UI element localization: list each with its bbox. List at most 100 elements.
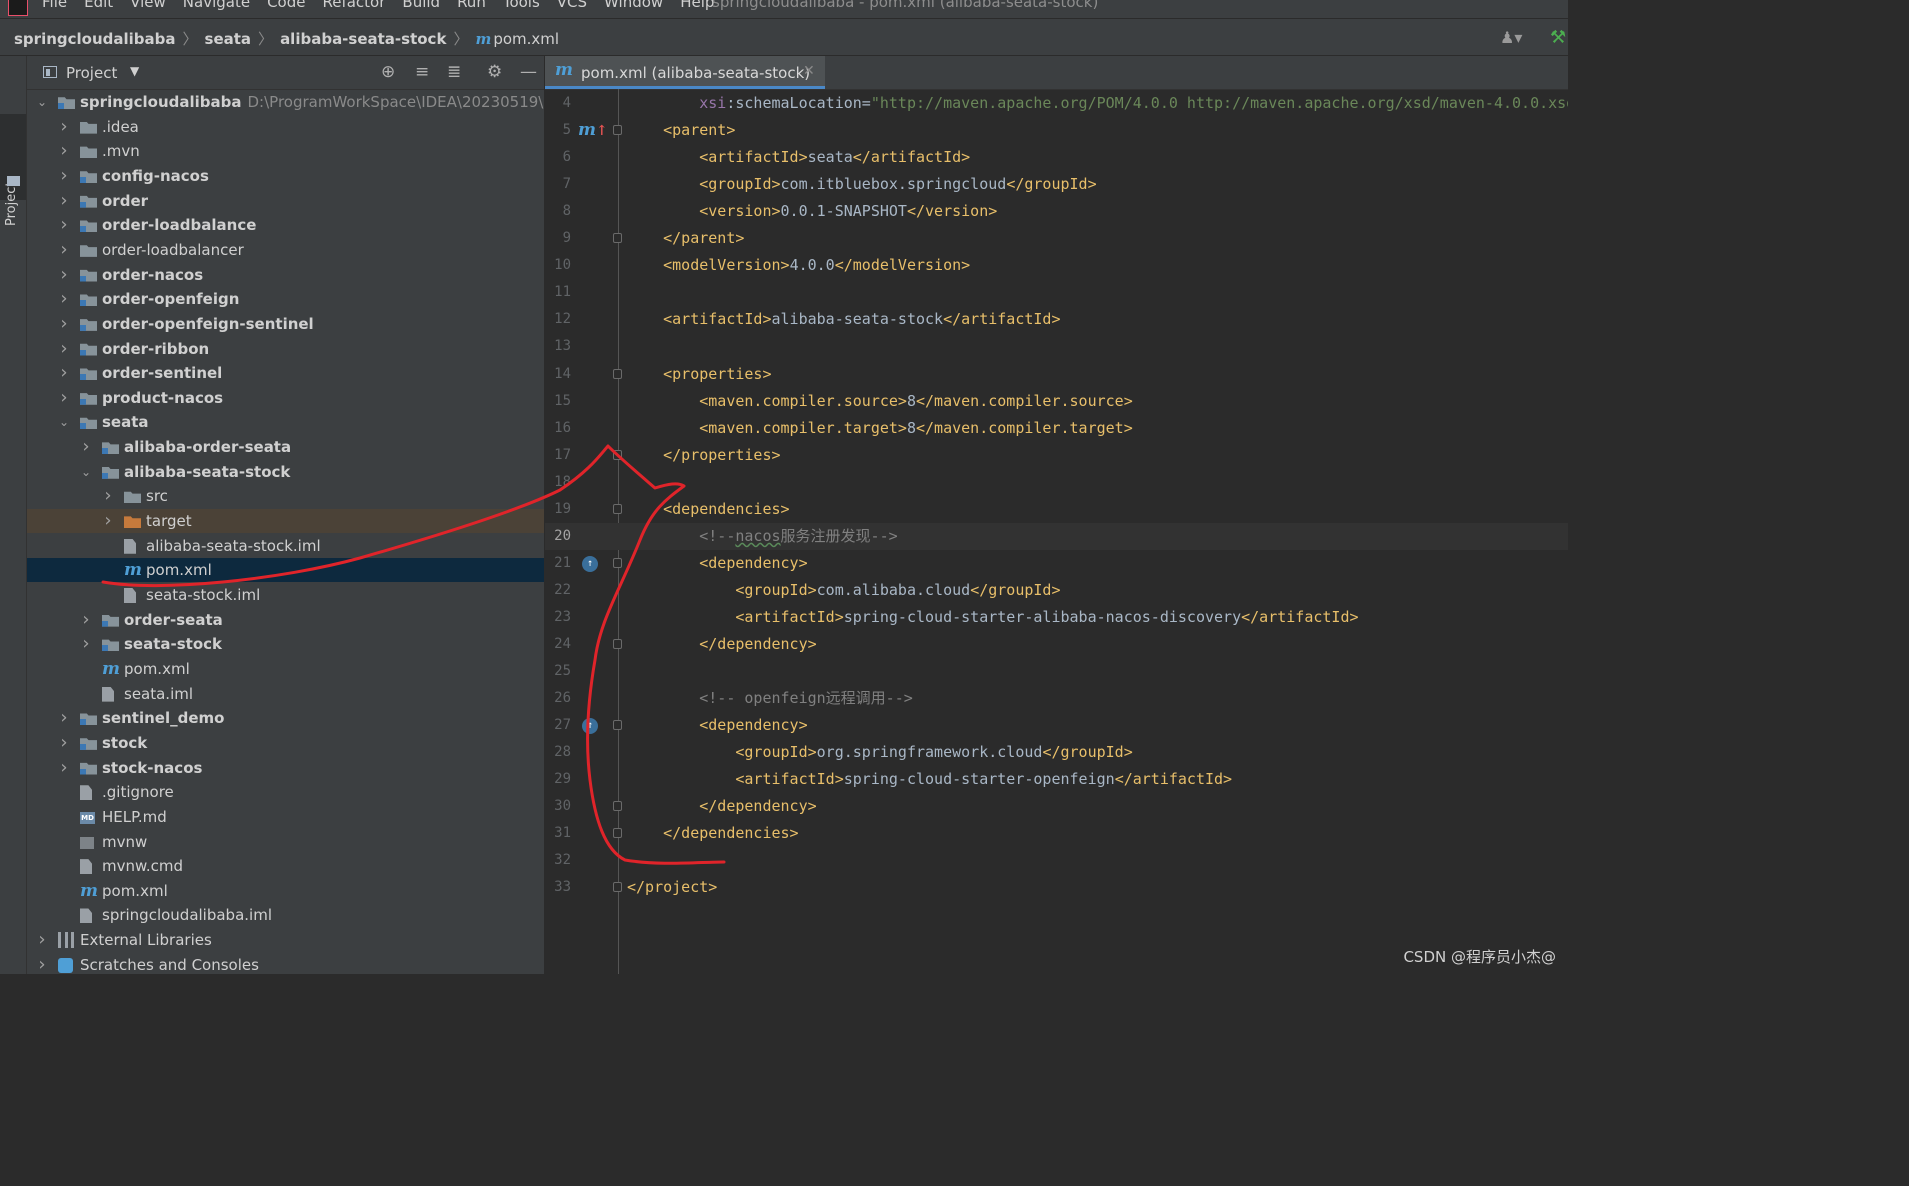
tree-row[interactable]: › seata-stock bbox=[27, 632, 544, 656]
code-line[interactable]: 31 </dependencies> bbox=[545, 820, 1568, 847]
chevron-right-icon[interactable]: › bbox=[57, 731, 71, 755]
tree-row[interactable]: › product-nacos bbox=[27, 386, 544, 410]
tree-row[interactable]: ⌄ seata bbox=[27, 410, 544, 434]
locate-icon[interactable]: ⊕ bbox=[381, 62, 395, 82]
chevron-down-icon[interactable]: ⌄ bbox=[57, 410, 71, 434]
tree-row[interactable]: ⌄ alibaba-seata-stock bbox=[27, 460, 544, 484]
tree-row[interactable]: › stock bbox=[27, 731, 544, 755]
code-line[interactable]: 14 <properties> bbox=[545, 361, 1568, 388]
tree-row[interactable]: mvnw bbox=[27, 830, 544, 854]
menu-item-window[interactable]: Window bbox=[604, 0, 663, 11]
fold-marker-icon[interactable] bbox=[613, 828, 622, 839]
code-line[interactable]: 17 </properties> bbox=[545, 442, 1568, 469]
tree-row[interactable]: › order-ribbon bbox=[27, 337, 544, 361]
fold-marker-icon[interactable] bbox=[613, 882, 622, 893]
breadcrumb-file[interactable]: m pom.xml bbox=[475, 30, 559, 48]
menu-item-view[interactable]: View bbox=[130, 0, 166, 11]
code-line[interactable]: 27 ↑ <dependency> bbox=[545, 712, 1568, 739]
chevron-right-icon[interactable]: › bbox=[57, 238, 71, 262]
tree-row[interactable]: › order-nacos bbox=[27, 263, 544, 287]
chevron-down-icon[interactable]: ⌄ bbox=[79, 460, 93, 484]
code-line[interactable]: 26 <!-- openfeign远程调用--> bbox=[545, 685, 1568, 712]
code-line[interactable]: 21 ↑ <dependency> bbox=[545, 550, 1568, 577]
chevron-down-icon[interactable]: ▼ bbox=[130, 64, 139, 78]
fold-marker-icon[interactable] bbox=[613, 801, 622, 812]
breadcrumb-module[interactable]: alibaba-seata-stock bbox=[280, 30, 446, 48]
fold-marker-icon[interactable] bbox=[613, 557, 622, 568]
tree-row[interactable]: .gitignore bbox=[27, 780, 544, 804]
chevron-right-icon[interactable]: › bbox=[35, 928, 49, 952]
chevron-right-icon[interactable]: › bbox=[57, 386, 71, 410]
chevron-right-icon[interactable]: › bbox=[57, 756, 71, 780]
code-line[interactable]: 30 </dependency> bbox=[545, 793, 1568, 820]
menu-item-code[interactable]: Code bbox=[267, 0, 305, 11]
chevron-down-icon[interactable]: ⌄ bbox=[35, 90, 49, 114]
tree-row[interactable]: alibaba-seata-stock.iml bbox=[27, 534, 544, 558]
chevron-right-icon[interactable]: › bbox=[57, 263, 71, 287]
chevron-right-icon[interactable]: › bbox=[57, 189, 71, 213]
menu-item-build[interactable]: Build bbox=[402, 0, 440, 11]
code-line[interactable]: 8 <version>0.0.1-SNAPSHOT</version> bbox=[545, 198, 1568, 225]
fold-marker-icon[interactable] bbox=[613, 368, 622, 379]
collapse-all-icon[interactable]: ≣ bbox=[447, 62, 461, 82]
code-line[interactable]: 10 <modelVersion>4.0.0</modelVersion> bbox=[545, 252, 1568, 279]
gear-icon[interactable]: ⚙ bbox=[487, 62, 502, 82]
fold-marker-icon[interactable] bbox=[613, 720, 622, 731]
menu-item-vcs[interactable]: VCS bbox=[557, 0, 587, 11]
tree-row[interactable]: › order bbox=[27, 189, 544, 213]
chevron-right-icon[interactable]: › bbox=[79, 632, 93, 656]
chevron-right-icon[interactable]: › bbox=[101, 509, 115, 533]
close-icon[interactable]: ✕ bbox=[803, 63, 815, 79]
fold-marker-icon[interactable] bbox=[613, 233, 622, 244]
build-hammer-icon[interactable]: ⚒ bbox=[1550, 27, 1566, 48]
tree-row[interactable]: m pom.xml bbox=[27, 558, 544, 583]
chevron-right-icon[interactable]: › bbox=[35, 953, 49, 974]
chevron-right-icon[interactable]: › bbox=[57, 337, 71, 361]
fold-marker-icon[interactable] bbox=[613, 449, 622, 460]
tree-row[interactable]: › order-loadbalancer bbox=[27, 238, 544, 262]
tree-row[interactable]: › order-loadbalance bbox=[27, 213, 544, 237]
tree-row[interactable]: seata.iml bbox=[27, 682, 544, 706]
menu-item-tools[interactable]: Tools bbox=[503, 0, 540, 11]
code-line[interactable]: 23 <artifactId>spring-cloud-starter-alib… bbox=[545, 604, 1568, 631]
tree-row[interactable]: › stock-nacos bbox=[27, 756, 544, 780]
code-line[interactable]: 4 xsi:schemaLocation="http://maven.apach… bbox=[545, 90, 1568, 117]
tree-row[interactable]: › order-openfeign-sentinel bbox=[27, 312, 544, 336]
tree-row[interactable]: › .idea bbox=[27, 115, 544, 139]
code-line[interactable]: 19 <dependencies> bbox=[545, 496, 1568, 523]
project-tool-tab[interactable]: Project bbox=[0, 114, 26, 226]
code-line[interactable]: 32 bbox=[545, 847, 1568, 874]
menu-item-run[interactable]: Run bbox=[457, 0, 486, 11]
code-line[interactable]: 13 bbox=[545, 333, 1568, 360]
breadcrumb-seata[interactable]: seata bbox=[205, 30, 252, 48]
chevron-right-icon[interactable]: › bbox=[79, 435, 93, 459]
chevron-right-icon[interactable]: › bbox=[57, 164, 71, 188]
tree-row[interactable]: › order-openfeign bbox=[27, 287, 544, 311]
code-line[interactable]: 24 </dependency> bbox=[545, 631, 1568, 658]
code-line[interactable]: 29 <artifactId>spring-cloud-starter-open… bbox=[545, 766, 1568, 793]
code-line[interactable]: 15 <maven.compiler.source>8</maven.compi… bbox=[545, 388, 1568, 415]
tree-row[interactable]: MD HELP.md bbox=[27, 805, 544, 829]
tree-row[interactable]: › config-nacos bbox=[27, 164, 544, 188]
tree-row[interactable]: springcloudalibaba.iml bbox=[27, 903, 544, 927]
code-line[interactable]: 6 <artifactId>seata</artifactId> bbox=[545, 144, 1568, 171]
dependency-gutter-icon[interactable]: ↑ bbox=[582, 718, 598, 735]
tree-row[interactable]: mvnw.cmd bbox=[27, 854, 544, 878]
code-line[interactable]: 22 <groupId>com.alibaba.cloud</groupId> bbox=[545, 577, 1568, 604]
code-line[interactable]: 5 m↑ <parent> bbox=[545, 117, 1568, 144]
tree-row[interactable]: › External Libraries bbox=[27, 928, 544, 952]
code-line[interactable]: 12 <artifactId>alibaba-seata-stock</arti… bbox=[545, 306, 1568, 333]
tree-row[interactable]: › alibaba-order-seata bbox=[27, 435, 544, 459]
code-line[interactable]: 25 bbox=[545, 658, 1568, 685]
code-line[interactable]: 28 <groupId>org.springframework.cloud</g… bbox=[545, 739, 1568, 766]
tree-row[interactable]: › Scratches and Consoles bbox=[27, 953, 544, 974]
menu-item-help[interactable]: Help bbox=[680, 0, 714, 11]
tree-row[interactable]: › order-seata bbox=[27, 608, 544, 632]
code-line[interactable]: 18 bbox=[545, 469, 1568, 496]
chevron-right-icon[interactable]: › bbox=[57, 361, 71, 385]
fold-marker-icon[interactable] bbox=[613, 125, 622, 136]
tree-row[interactable]: › target bbox=[27, 509, 544, 534]
chevron-right-icon[interactable]: › bbox=[57, 115, 71, 139]
navigate-to-parent-icon[interactable]: m↑ bbox=[578, 117, 608, 145]
menu-item-navigate[interactable]: Navigate bbox=[183, 0, 250, 11]
